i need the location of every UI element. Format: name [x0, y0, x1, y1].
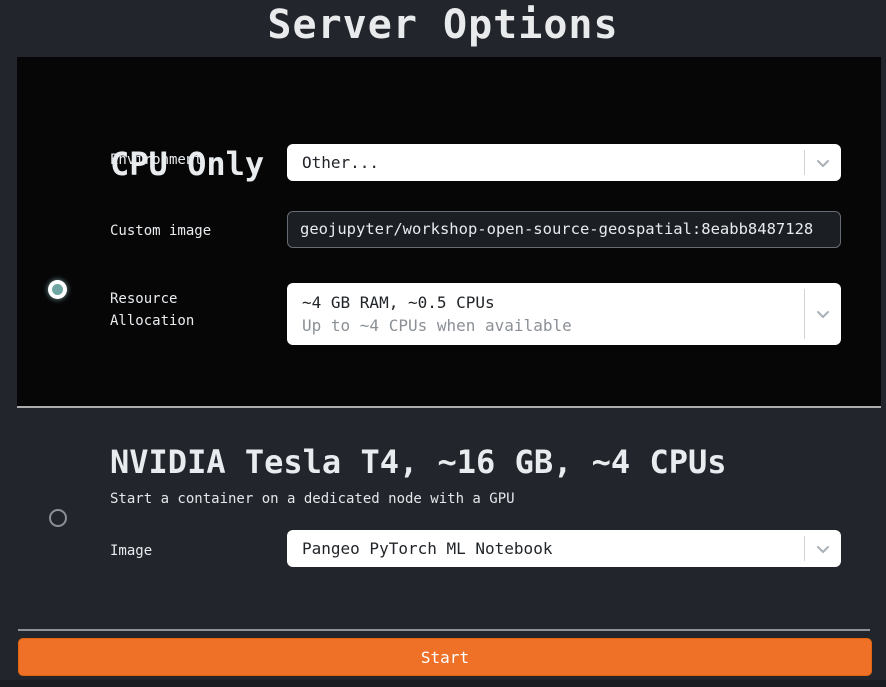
chevron-down-icon — [814, 540, 832, 558]
cpu-option-radio[interactable] — [48, 280, 67, 299]
gpu-option-description: Start a container on a dedicated node wi… — [110, 491, 515, 507]
image-selected-value: Pangeo PyTorch ML Notebook — [302, 539, 552, 558]
resource-allocation-selected-value: ~4 GB RAM, ~0.5 CPUs — [302, 293, 495, 312]
resource-allocation-select[interactable]: ~4 GB RAM, ~0.5 CPUs Up to ~4 CPUs when … — [287, 283, 841, 345]
start-button[interactable]: Start — [18, 638, 872, 676]
profile-option-cpu-only: CPU Only Environment Other... Custom ima… — [17, 57, 881, 408]
select-separator — [804, 150, 805, 175]
custom-image-input[interactable]: geojupyter/workshop-open-source-geospati… — [287, 211, 841, 248]
environment-label: Environment — [110, 149, 203, 171]
bottom-edge — [0, 680, 886, 687]
resource-allocation-label: Resource Allocation — [110, 288, 220, 332]
select-separator — [804, 536, 805, 561]
server-options-page: Server Options CPU Only Environment Othe… — [0, 0, 886, 687]
select-separator — [804, 289, 805, 339]
footer-divider — [18, 629, 870, 631]
image-select[interactable]: Pangeo PyTorch ML Notebook — [287, 530, 841, 567]
environment-select[interactable]: Other... — [287, 144, 841, 181]
environment-selected-value: Other... — [302, 153, 379, 172]
profile-option-gpu: NVIDIA Tesla T4, ~16 GB, ~4 CPUs Start a… — [17, 410, 881, 629]
image-label: Image — [110, 540, 152, 562]
gpu-option-title: NVIDIA Tesla T4, ~16 GB, ~4 CPUs — [110, 443, 727, 481]
chevron-down-icon — [814, 154, 832, 172]
chevron-down-icon — [814, 305, 832, 323]
gpu-option-radio[interactable] — [49, 509, 67, 527]
custom-image-label: Custom image — [110, 220, 211, 242]
page-title: Server Options — [0, 2, 886, 48]
resource-allocation-detail: Up to ~4 CPUs when available — [302, 316, 572, 335]
radio-selected-dot — [52, 284, 63, 295]
